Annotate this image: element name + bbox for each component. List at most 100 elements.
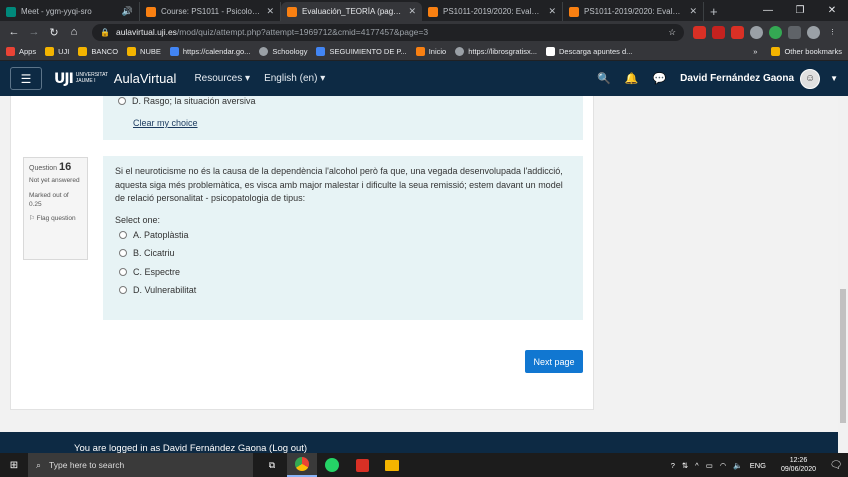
moodle-icon <box>569 6 579 17</box>
close-tab-icon[interactable]: ✕ <box>266 6 274 17</box>
bookmark-link[interactable]: Inicio <box>415 47 446 56</box>
bookmark-star-icon[interactable]: ☆ <box>668 27 676 38</box>
flag-question[interactable]: ⚐ Flag question <box>29 214 82 223</box>
page-scrollbar[interactable] <box>838 96 848 453</box>
bookmark-folder[interactable]: BANCO <box>78 47 118 56</box>
volume-icon[interactable]: 🔈 <box>733 461 742 470</box>
lock-icon: 🔒 <box>100 27 110 37</box>
taskbar-search[interactable]: ⌕ Type here to search <box>28 453 253 477</box>
menu-dots-icon[interactable]: ⋮ <box>826 26 839 39</box>
meet-icon <box>6 6 16 17</box>
help-icon[interactable]: ? <box>671 461 675 470</box>
address-bar[interactable]: 🔒 aulavirtual.uji.es/mod/quiz/attempt.ph… <box>92 23 684 41</box>
task-view-icon[interactable]: ⧉ <box>257 453 287 477</box>
bookmark-link[interactable]: SEGUIMIENTO DE P... <box>316 47 407 56</box>
language-indicator[interactable]: ENG <box>750 461 766 470</box>
bookmark-link[interactable]: https://librosgratisx... <box>455 47 537 56</box>
chevron-up-icon[interactable]: ^ <box>695 461 699 470</box>
answer-option[interactable]: D. Rasgo; la situación aversiva <box>118 96 256 106</box>
extension-icon[interactable] <box>731 25 744 39</box>
calendar-icon <box>316 47 326 56</box>
extension-icon[interactable] <box>693 25 706 39</box>
scrollbar-thumb[interactable] <box>840 289 846 423</box>
hamburger-menu-icon[interactable]: ☰ <box>10 67 42 90</box>
other-bookmarks[interactable]: » Other bookmarks <box>753 47 842 56</box>
calendar-icon <box>169 47 179 56</box>
answer-option[interactable]: A. Patoplàstia <box>119 230 571 240</box>
bookmark-folder[interactable]: UJI <box>45 47 69 56</box>
radio-button[interactable] <box>119 286 127 294</box>
bookmark-apps[interactable]: Apps <box>6 47 36 56</box>
chrome-icon[interactable] <box>287 453 317 477</box>
clock[interactable]: 12:26 09/06/2020 <box>781 456 816 474</box>
cast-icon[interactable] <box>788 25 801 39</box>
folder-icon <box>127 47 137 56</box>
extension-icon[interactable] <box>750 25 763 39</box>
home-icon[interactable]: ⌂ <box>66 24 82 40</box>
menu-language[interactable]: English (en) ▾ <box>264 73 325 84</box>
browser-tab[interactable]: Course: PS1011 - Psicologia de ✕ <box>140 2 281 21</box>
close-window-icon[interactable]: ✕ <box>816 0 848 21</box>
browser-tab[interactable]: PS1011-2019/2020: Evaluación ✕ <box>422 2 563 21</box>
user-name[interactable]: David Fernández Gaona <box>680 73 794 84</box>
new-tab-button[interactable]: + <box>704 2 724 21</box>
acrobat-icon[interactable] <box>347 453 377 477</box>
reload-icon[interactable]: ↻ <box>46 24 62 40</box>
bookmark-link[interactable]: Descarga apuntes d... <box>546 47 632 56</box>
bookmark-link[interactable]: Schoology <box>259 47 307 56</box>
extension-icon[interactable] <box>712 25 725 39</box>
page-content: D. Rasgo; la situación aversiva Clear my… <box>0 96 848 432</box>
browser-tab[interactable]: PS1011-2019/2020: Evaluación ✕ <box>563 2 704 21</box>
close-tab-icon[interactable]: ✕ <box>548 6 556 17</box>
bookmark-label: https://librosgratisx... <box>468 47 537 56</box>
file-explorer-icon[interactable] <box>377 453 407 477</box>
chat-icon[interactable]: 💬 <box>652 72 666 85</box>
avatar[interactable]: ☺ <box>800 68 821 89</box>
forward-icon[interactable]: → <box>26 24 42 40</box>
windows-start-icon[interactable]: ⊞ <box>0 460 28 471</box>
restore-icon[interactable]: ❐ <box>784 0 816 21</box>
answer-option[interactable]: D. Vulnerabilitat <box>119 285 571 295</box>
menu-resources[interactable]: Resources ▾ <box>194 73 250 84</box>
chevron-double-right-icon[interactable]: » <box>753 47 757 56</box>
url-host: aulavirtual.uji.es <box>115 27 177 37</box>
radio-button[interactable] <box>119 249 127 257</box>
browser-tab[interactable]: Meet - ygm-yyqi-sro 🔊 <box>0 2 140 21</box>
battery-icon[interactable]: ▭ <box>706 461 713 470</box>
answer-option[interactable]: B. Cicatriu <box>119 248 571 258</box>
option-label: D. Vulnerabilitat <box>133 285 197 295</box>
clock-time: 12:26 <box>789 457 808 464</box>
brand-name[interactable]: AulaVirtual <box>114 71 177 86</box>
radio-button[interactable] <box>119 230 127 239</box>
extension-icon[interactable] <box>769 25 782 39</box>
radio-button[interactable] <box>118 97 126 105</box>
chevron-down-icon[interactable]: ▼ <box>830 74 838 83</box>
radio-button[interactable] <box>119 267 127 276</box>
close-tab-icon[interactable]: 🔊 <box>122 6 133 17</box>
system-tray: ? ⇅ ^ ▭ ◠ 🔈 ENG 12:26 09/06/2020 🗨 <box>671 456 848 474</box>
window-controls: — ❐ ✕ <box>752 0 848 21</box>
uji-logo[interactable]: UJI UNIVERSITAT JAUME I <box>54 70 108 87</box>
whatsapp-icon[interactable] <box>317 453 347 477</box>
bookmark-label: BANCO <box>91 47 119 56</box>
bell-icon[interactable]: 🔔 <box>625 72 639 85</box>
logo-mark: UJI <box>54 70 74 87</box>
profile-icon[interactable] <box>807 25 820 39</box>
minimize-icon[interactable]: — <box>752 0 784 21</box>
moodle-icon <box>415 47 425 56</box>
network-icon[interactable]: ⇅ <box>682 461 688 470</box>
close-tab-icon[interactable]: ✕ <box>689 6 697 17</box>
bookmark-folder[interactable]: NUBE <box>127 47 161 56</box>
browser-tab-active[interactable]: Evaluación_TEORÍA (page 4 of ✕ <box>281 2 422 21</box>
tab-title: PS1011-2019/2020: Evaluación <box>443 7 544 16</box>
answer-option[interactable]: C. Espectre <box>119 267 571 277</box>
next-page-button[interactable]: Next page <box>525 350 583 373</box>
clear-choice-link[interactable]: Clear my choice <box>133 118 198 128</box>
back-icon[interactable]: ← <box>6 24 22 40</box>
close-tab-icon[interactable]: ✕ <box>408 6 416 17</box>
search-icon[interactable]: 🔍 <box>597 72 611 85</box>
wifi-icon[interactable]: ◠ <box>720 461 727 470</box>
bookmark-link[interactable]: https://calendar.go... <box>169 47 250 56</box>
notification-icon[interactable]: 🗨 <box>824 460 848 471</box>
browser-tab-strip: Meet - ygm-yyqi-sro 🔊 Course: PS1011 - P… <box>0 0 848 21</box>
